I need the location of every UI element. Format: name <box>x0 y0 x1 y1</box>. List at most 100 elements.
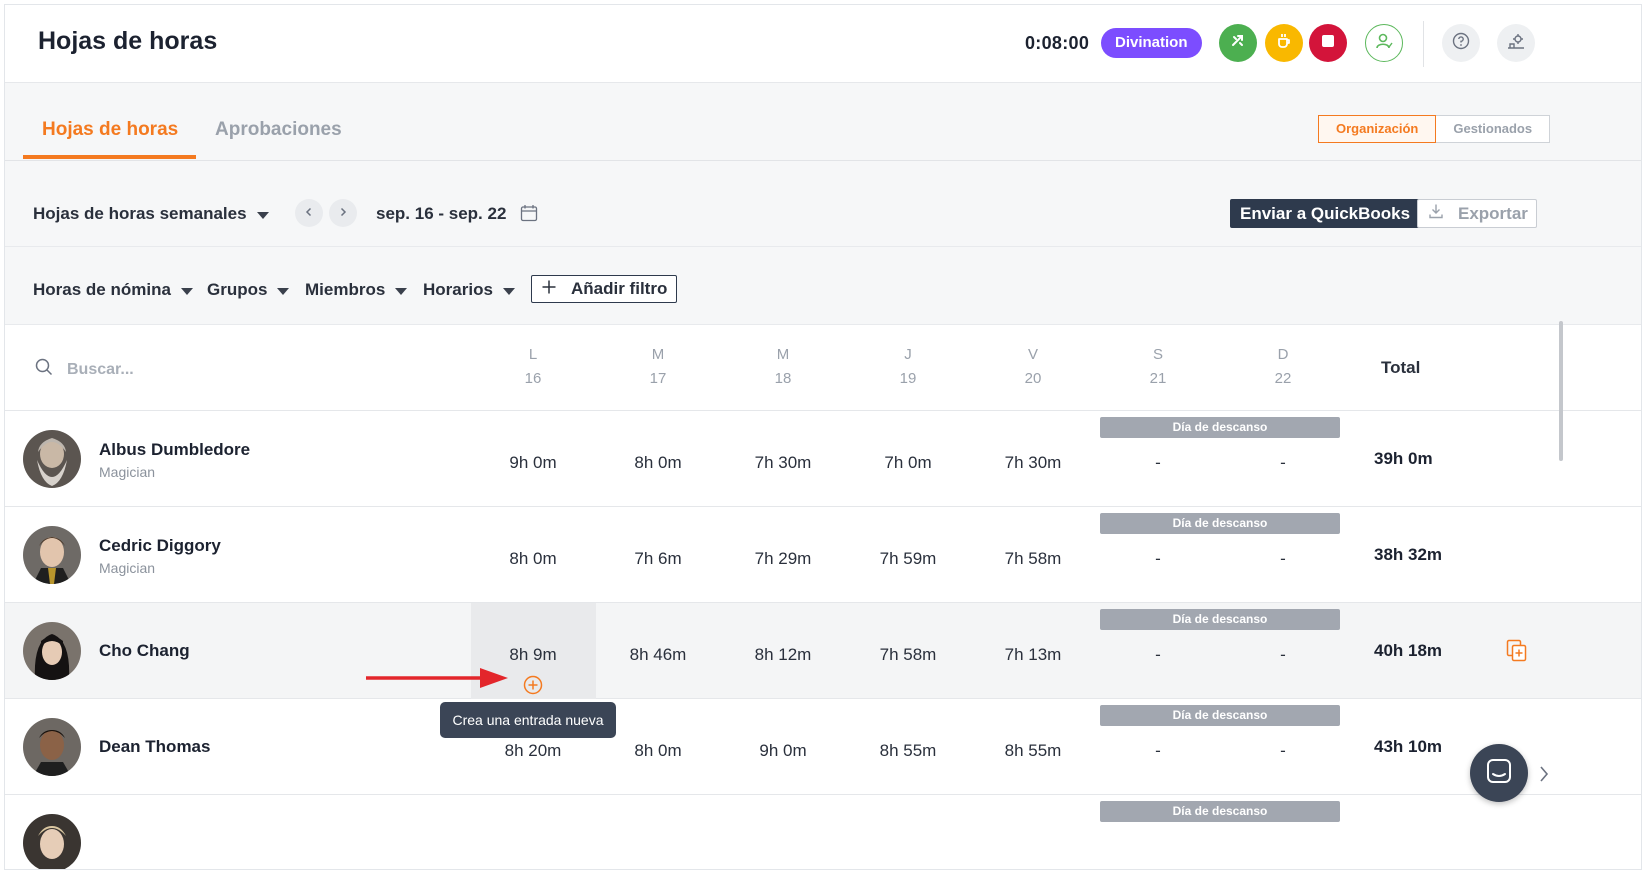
hours-cell[interactable]: 7h 59m <box>853 549 963 569</box>
hours-cell[interactable]: 8h 0m <box>603 741 713 761</box>
hours-cell[interactable]: 7h 0m <box>853 453 963 473</box>
hours-cell[interactable]: - <box>1228 741 1338 761</box>
filter-payroll-hours[interactable]: Horas de nómina <box>33 280 193 300</box>
hours-cell[interactable]: 7h 58m <box>978 549 1088 569</box>
member-name[interactable]: Cedric Diggory <box>99 536 221 556</box>
stop-timer-button[interactable] <box>1309 24 1347 62</box>
add-entry-button[interactable] <box>523 675 543 700</box>
table-row[interactable]: Cedric Diggory Magician Día de descanso … <box>5 507 1641 603</box>
hours-cell[interactable]: 8h 9m <box>478 645 588 665</box>
hours-cell[interactable]: 8h 20m <box>478 741 588 761</box>
day-number: 21 <box>1149 370 1167 387</box>
day-header-sat: S 21 <box>1118 343 1198 391</box>
view-dropdown[interactable]: Hojas de horas semanales <box>33 204 269 224</box>
avatar <box>23 430 81 488</box>
day-letter: L <box>528 346 538 363</box>
switch-task-button[interactable] <box>1219 24 1257 62</box>
next-week-button[interactable] <box>329 199 357 227</box>
hours-cell[interactable]: 7h 29m <box>728 549 838 569</box>
help-button[interactable] <box>1442 24 1480 62</box>
hours-cell[interactable]: 8h 55m <box>853 741 963 761</box>
row-total: 38h 32m <box>1374 545 1443 564</box>
hours-cell[interactable]: - <box>1103 741 1213 761</box>
break-button[interactable] <box>1265 24 1303 62</box>
member-name[interactable]: Cho Chang <box>99 641 190 661</box>
tab-timesheets[interactable]: Hojas de horas <box>42 119 178 141</box>
hours-cell[interactable]: 7h 6m <box>603 549 713 569</box>
caret-down-icon <box>277 287 290 295</box>
hours-cell[interactable]: 7h 30m <box>978 453 1088 473</box>
chevron-right-icon <box>338 204 348 222</box>
header-divider <box>1423 21 1424 67</box>
table-row[interactable]: Dean Thomas Día de descanso 8h 20m 8h 0m… <box>5 699 1641 795</box>
scope-organization-button[interactable]: Organización <box>1318 115 1437 143</box>
filter-groups[interactable]: Grupos <box>207 280 290 300</box>
hours-cell[interactable]: - <box>1228 645 1338 665</box>
export-button[interactable]: Exportar <box>1417 199 1537 228</box>
day-letter: J <box>904 346 912 363</box>
add-filter-button[interactable]: Añadir filtro <box>531 275 678 303</box>
day-letter: M <box>776 346 790 363</box>
table-header: Buscar... L 16 M 17 M 18 J 19 V 20 S 21 D 22 To… <box>5 325 1641 411</box>
day-number: 16 <box>524 370 542 387</box>
chevron-right-icon[interactable] <box>1538 764 1550 789</box>
hours-cell[interactable]: 8h 46m <box>603 645 713 665</box>
search-field[interactable]: Buscar... <box>35 358 134 381</box>
hours-cell[interactable]: - <box>1103 645 1213 665</box>
vertical-scrollbar[interactable] <box>1559 321 1563 461</box>
avatar <box>23 526 81 584</box>
caret-down-icon <box>180 287 193 295</box>
send-to-quickbooks-button[interactable]: Enviar a QuickBooks <box>1230 199 1421 228</box>
day-letter: D <box>1277 346 1289 363</box>
row-total: 43h 10m <box>1374 737 1443 756</box>
tab-bar: Hojas de horas Aprobaciones Organización… <box>5 83 1641 161</box>
day-off-badge: Día de descanso <box>1100 417 1340 438</box>
filter-schedules[interactable]: Horarios <box>423 280 515 300</box>
day-number: 18 <box>774 370 792 387</box>
copy-entries-button[interactable] <box>1506 639 1528 668</box>
settings-button[interactable] <box>1497 24 1535 62</box>
stop-icon <box>1321 34 1335 53</box>
table-row[interactable]: Día de descanso <box>5 795 1641 869</box>
day-number: 22 <box>1274 370 1292 387</box>
hours-cell[interactable]: - <box>1103 453 1213 473</box>
previous-week-button[interactable] <box>295 199 323 227</box>
day-header-wed: M 18 <box>743 343 823 391</box>
project-badge[interactable]: Divination <box>1101 28 1202 58</box>
search-input[interactable]: Buscar... <box>67 361 134 379</box>
filter-label: Horas de nómina <box>33 280 171 299</box>
row-total: 39h 0m <box>1374 449 1433 468</box>
hours-cell[interactable]: 8h 55m <box>978 741 1088 761</box>
table-row[interactable]: Cho Chang Día de descanso 8h 9m 8h 46m 8… <box>5 603 1641 699</box>
hours-cell[interactable]: - <box>1228 453 1338 473</box>
help-icon <box>1452 32 1470 55</box>
hours-cell[interactable]: 7h 30m <box>728 453 838 473</box>
date-range[interactable]: sep. 16 - sep. 22 <box>376 204 506 224</box>
member-name[interactable]: Albus Dumbledore <box>99 440 250 460</box>
member-name[interactable]: Dean Thomas <box>99 737 210 757</box>
hours-cell[interactable]: 8h 12m <box>728 645 838 665</box>
active-tab-indicator <box>23 155 196 159</box>
scope-managed-button[interactable]: Gestionados <box>1436 115 1551 143</box>
total-column-header: Total <box>1381 358 1421 377</box>
table-row[interactable]: Albus Dumbledore Magician Día de descans… <box>5 411 1641 507</box>
filter-members[interactable]: Miembros <box>305 280 408 300</box>
hours-cell[interactable]: 7h 58m <box>853 645 963 665</box>
hours-cell[interactable]: 9h 0m <box>478 453 588 473</box>
user-profile-button[interactable] <box>1365 24 1403 62</box>
hours-cell[interactable]: - <box>1228 549 1338 569</box>
week-toolbar: Hojas de horas semanales sep. 16 - sep. … <box>5 161 1641 247</box>
hours-cell[interactable]: 7h 13m <box>978 645 1088 665</box>
hours-cell[interactable]: 9h 0m <box>728 741 838 761</box>
day-off-badge: Día de descanso <box>1100 705 1340 726</box>
scope-toggle: Organización Gestionados <box>1318 115 1551 143</box>
hours-cell[interactable]: 8h 0m <box>478 549 588 569</box>
calendar-icon[interactable] <box>520 204 538 227</box>
avatar <box>23 718 81 776</box>
avatar <box>23 814 81 869</box>
avatar <box>23 622 81 680</box>
tab-approvals[interactable]: Aprobaciones <box>215 119 342 141</box>
chat-launcher-button[interactable] <box>1470 744 1528 802</box>
hours-cell[interactable]: - <box>1103 549 1213 569</box>
hours-cell[interactable]: 8h 0m <box>603 453 713 473</box>
